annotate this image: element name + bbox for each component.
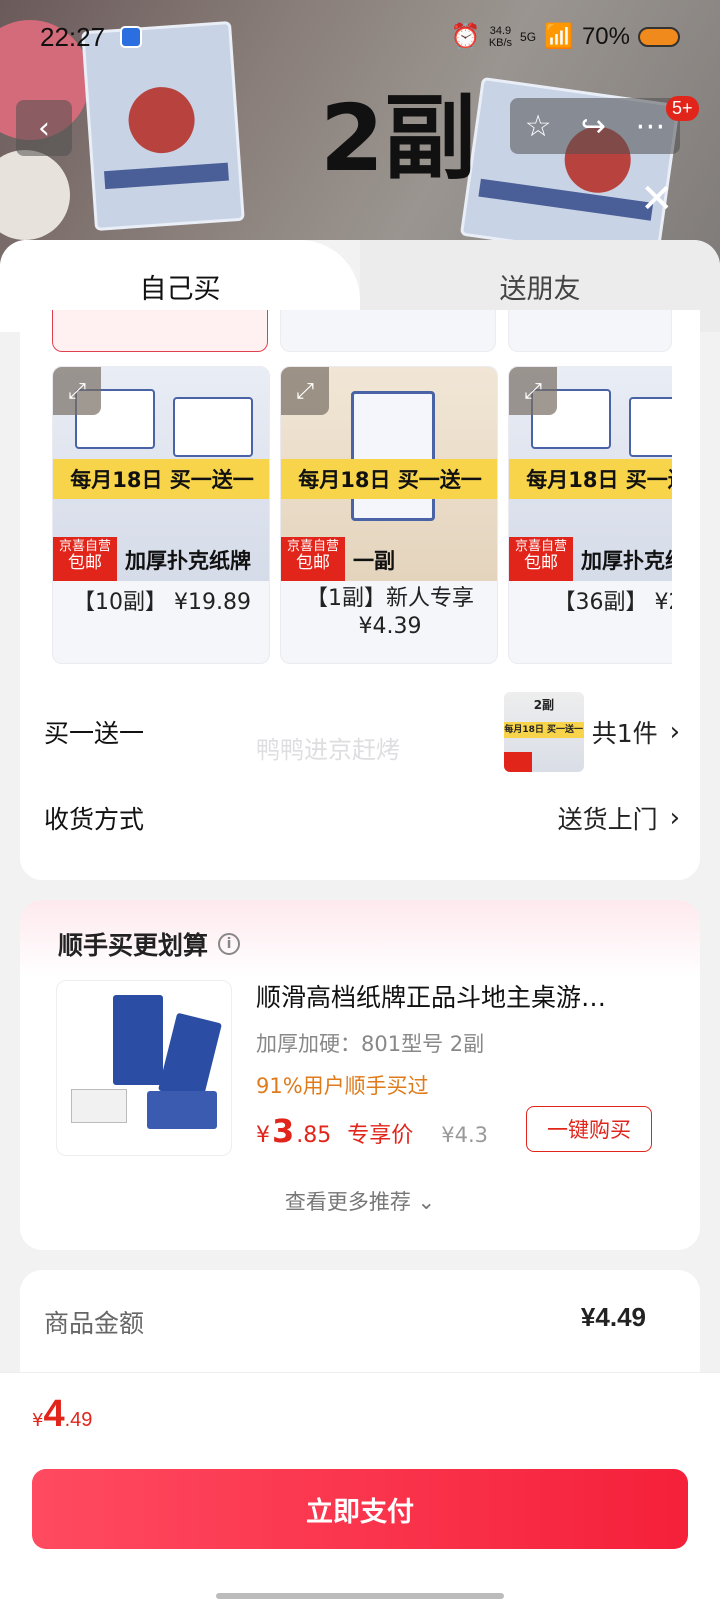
chevron-left-icon: ‹ xyxy=(38,110,50,146)
thumb-title: 2副 xyxy=(533,698,555,712)
net-speed-value: 34.9 xyxy=(489,24,512,37)
quick-buy-button[interactable]: 一键购买 xyxy=(526,1106,652,1152)
status-bar: 22:27 ⏰ 34.9 KB/s 5G 📶 70% xyxy=(0,18,720,58)
option-card-selected[interactable] xyxy=(52,310,268,352)
pay-now-button[interactable]: 立即支付 xyxy=(32,1469,688,1549)
jd-badge-bottom: 包邮 xyxy=(296,553,330,573)
promo-banner: 每月18日 买一送一 xyxy=(509,459,672,499)
jd-badge-bottom: 包邮 xyxy=(524,553,558,573)
delivery-row[interactable]: 收货方式 送货上门 › xyxy=(44,788,680,848)
expand-icon[interactable]: ⤢ xyxy=(53,367,101,415)
total-decimal: .49 xyxy=(64,1409,93,1431)
option-label: 【36副】 ¥2 xyxy=(553,590,673,615)
promo-banner: 每月18日 买一送一 xyxy=(281,459,497,499)
more-icon[interactable]: ⋯ xyxy=(635,109,665,144)
option-card-1[interactable]: ⤢ 每月18日 买一送一 京喜自营 包邮 一副 【1副】新人专享 ¥4.39 xyxy=(280,366,498,664)
option-row: ⤢ 每月18日 买一送一 京喜自营 包邮 加厚扑克纸牌 【10副】 ¥19.89 … xyxy=(52,366,672,666)
recommend-spec: 加厚加硬：801型号 2副 xyxy=(256,1032,485,1056)
recommend-card: 顺手买更划算 i 顺滑高档纸牌正品斗地主桌游… 加厚加硬：801型号 2副 91… xyxy=(20,900,700,1250)
jd-self-badge: 京喜自营 包邮 xyxy=(53,537,117,581)
net-speed: 34.9 KB/s xyxy=(489,25,512,49)
expand-icon[interactable]: ⤢ xyxy=(509,367,557,415)
jd-badge-bottom: 包邮 xyxy=(68,553,102,573)
chevron-right-icon: › xyxy=(669,803,680,833)
gift-label: 买一送一 xyxy=(44,719,145,748)
original-price: ¥4.3 xyxy=(441,1123,489,1147)
option-subtitle: 加厚扑克纸牌 xyxy=(581,549,672,573)
price-decimal: .85 xyxy=(296,1123,332,1148)
top-actions: ☆ ↪ ⋯ xyxy=(510,98,680,154)
status-time: 22:27 xyxy=(40,22,106,52)
total-currency: ¥ xyxy=(32,1410,44,1431)
gift-thumbnail: 2副 每月18日 买一送一 xyxy=(503,692,584,772)
share-icon[interactable]: ↪ xyxy=(581,109,606,144)
total-price: ¥ 4 .49 xyxy=(32,1393,92,1436)
chevron-right-icon: › xyxy=(669,717,680,747)
price-tag: 专享价 xyxy=(347,1123,414,1148)
jd-badge-top: 京喜自营 xyxy=(286,539,339,554)
wifi-icon: 📶 xyxy=(544,23,574,50)
thumb-promo: 每月18日 买一送一 xyxy=(503,722,584,738)
gift-value: 2副 每月18日 买一送一 共1件 xyxy=(503,692,658,772)
price-currency: ¥ xyxy=(256,1123,270,1148)
star-icon[interactable]: ☆ xyxy=(525,109,552,144)
delivery-label: 收货方式 xyxy=(44,805,145,834)
recommend-name[interactable]: 顺滑高档纸牌正品斗地主桌游… xyxy=(256,978,656,1014)
recommend-image[interactable] xyxy=(56,980,232,1156)
subtotal-label: 商品金额 xyxy=(44,1309,145,1338)
back-button[interactable]: ‹ xyxy=(16,100,72,156)
background-title: 2副 xyxy=(320,85,477,192)
flower-decoration xyxy=(0,150,70,240)
gift-count: 共1件 xyxy=(591,719,658,748)
recommend-title: 顺手买更划算 i xyxy=(58,926,241,962)
option-subtitle: 一副 xyxy=(353,549,395,573)
product-options-card: ⤢ 每月18日 买一送一 京喜自营 包邮 加厚扑克纸牌 【10副】 ¥19.89 … xyxy=(20,310,700,880)
info-icon[interactable]: i xyxy=(218,933,241,955)
recommend-percent: 91%用户顺手买过 xyxy=(256,1074,429,1098)
price-integer: 3 xyxy=(272,1112,295,1150)
option-label: 【10副】 ¥19.89 xyxy=(73,590,251,615)
cellular-icon: 5G xyxy=(520,29,537,44)
alarm-icon: ⏰ xyxy=(450,23,481,50)
gift-row[interactable]: 买一送一 2副 每月18日 买一送一 共1件 › xyxy=(44,692,680,772)
status-indicators: ⏰ 34.9 KB/s 5G 📶 70% xyxy=(451,22,680,51)
delivery-value: 送货上门 xyxy=(557,805,658,834)
option-card-36[interactable]: ⤢ 每月18日 买一送一 京喜自营包邮 加厚扑克纸牌 【36副】 ¥2 xyxy=(508,366,672,664)
battery-percent: 70% xyxy=(581,22,630,50)
home-indicator[interactable] xyxy=(216,1593,504,1599)
subtotal-value: ¥4.49 xyxy=(580,1302,646,1332)
message-badge: 5+ xyxy=(666,96,699,121)
more-recommendations-link[interactable]: 查看更多推荐 ⌄ xyxy=(20,1186,700,1216)
net-speed-unit: KB/s xyxy=(488,36,513,49)
jd-badge-top: 京喜自营 xyxy=(58,539,111,554)
jd-badge-top: 京喜自营 xyxy=(514,539,567,554)
option-card-10[interactable]: ⤢ 每月18日 买一送一 京喜自营 包邮 加厚扑克纸牌 【10副】 ¥19.89 xyxy=(52,366,270,664)
total-integer: 4 xyxy=(43,1393,65,1435)
app-notification-icon xyxy=(120,26,142,48)
jd-self-badge: 京喜自营 包邮 xyxy=(509,537,573,581)
option-subtitle: 加厚扑克纸牌 xyxy=(125,549,251,573)
pay-bar: ¥ 4 .49 立即支付 xyxy=(0,1372,720,1600)
close-icon[interactable]: ✕ xyxy=(640,176,674,222)
battery-icon xyxy=(638,26,680,47)
option-card[interactable] xyxy=(280,310,496,352)
recommend-title-text: 顺手买更划算 xyxy=(58,931,209,960)
option-label: 【1副】新人专享 ¥4.39 xyxy=(306,586,474,639)
expand-icon[interactable]: ⤢ xyxy=(281,367,329,415)
option-card[interactable] xyxy=(508,310,672,352)
option-row-previous xyxy=(52,310,672,352)
jd-self-badge: 京喜自营 包邮 xyxy=(281,537,345,581)
promo-banner: 每月18日 买一送一 xyxy=(53,459,269,499)
recommend-price: ¥ 3 .85 专享价 ¥4.3 xyxy=(256,1112,488,1150)
